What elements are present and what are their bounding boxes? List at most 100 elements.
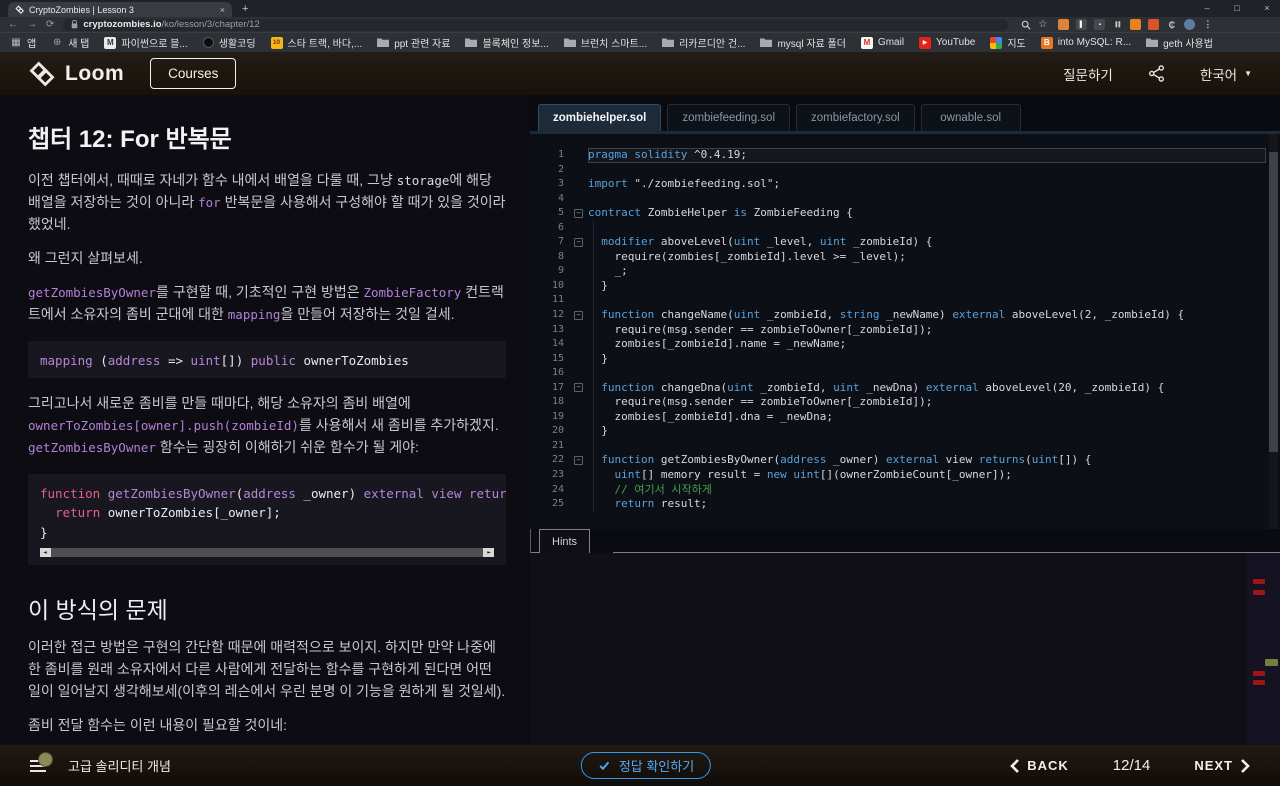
address-bar[interactable]: cryptozombies.io/ko/lesson/3/chapter/12 <box>63 18 1009 31</box>
bookmark-item[interactable]: 10 스타 트랙, 바다,... <box>270 35 363 50</box>
bookmark-item[interactable]: geth 사용법 <box>1146 35 1213 50</box>
code-row: 13 require(msg.sender == zombieToOwner[_… <box>530 323 1280 338</box>
bookmark-label: 스타 트랙, 바다,... <box>287 39 363 50</box>
editor-tabs: zombiehelper.sol zombiefeeding.sol zombief… <box>538 104 1021 131</box>
kebab-extension-icon[interactable]: ⋮ <box>1202 19 1213 30</box>
bookmark-item[interactable]: 리카르디안 건... <box>662 35 745 50</box>
bookmark-item[interactable]: 블록체인 정보... <box>465 35 549 50</box>
text-segment: return <box>55 505 101 521</box>
tab-close-icon[interactable]: × <box>220 5 225 15</box>
fold-marker-icon[interactable]: − <box>574 455 583 465</box>
bookmark-item[interactable]: 브런치 스마트... <box>563 35 648 50</box>
tab-hints[interactable]: Hints <box>539 529 591 553</box>
line-number: 15 <box>551 352 564 364</box>
bookmark-item[interactable]: ▶ YouTube <box>919 36 975 49</box>
fold-marker-icon[interactable]: − <box>574 208 583 218</box>
text-segment: contract <box>588 206 641 220</box>
text-segment: 이전 챕터에서, 때때로 자네가 함수 내에서 배열을 다룰 때, 그냥 <box>28 172 397 188</box>
line-number: 21 <box>551 439 564 451</box>
fold-marker-icon[interactable]: − <box>574 237 583 247</box>
loom-logo[interactable]: Loom <box>28 60 124 88</box>
bookmark-label: 지도 <box>1007 39 1026 50</box>
bookmark-item[interactable]: ⊕ 새 탭 <box>51 35 89 50</box>
text-segment: ZombieHelper <box>640 206 734 220</box>
orange-extension-icon[interactable] <box>1058 19 1070 30</box>
bookmark-item[interactable]: M 파이썬으로 블... <box>104 35 188 50</box>
code-row: 3 import "./zombiefeeding.sol"; <box>530 177 1280 192</box>
text-segment: } <box>588 278 608 292</box>
bookmark-item[interactable]: ppt 관련 자료 <box>377 35 450 50</box>
bookmark-star-icon[interactable]: ☆ <box>1038 19 1047 30</box>
text-segment: uint <box>819 235 847 249</box>
bookmark-item[interactable]: M Gmail <box>860 36 904 49</box>
scroll-right-arrow-icon[interactable]: ► <box>484 548 494 557</box>
bookmark-label: 브런치 스마트... <box>580 39 648 50</box>
code-row: 14 zombies[_zombieId].name = _newName; <box>530 337 1280 352</box>
next-button[interactable]: NEXT <box>1194 758 1250 773</box>
text-segment: address <box>780 453 827 467</box>
line-number: 12 <box>551 309 564 321</box>
editor-scrollbar-thumb[interactable] <box>1269 152 1278 452</box>
fold-marker-icon[interactable]: − <box>574 310 583 320</box>
cedi-extension-icon[interactable]: ₵ <box>1166 19 1177 30</box>
bookmark-item[interactable]: Binto MySQL: R... <box>1040 36 1131 49</box>
fold-marker-icon[interactable]: − <box>574 383 583 393</box>
code-row: 22− function getZombiesByOwner(address _… <box>530 453 1280 468</box>
maximize-button[interactable]: □ <box>1230 3 1244 13</box>
barcode-extension-icon[interactable]: ∥∥ <box>1112 19 1124 30</box>
profile-extension-icon[interactable] <box>1184 19 1196 30</box>
metamask-extension-icon[interactable] <box>1130 19 1142 30</box>
footer-left[interactable]: 고급 솔리디티 개념 <box>30 752 171 775</box>
courses-button[interactable]: Courses <box>150 58 237 89</box>
bookmark-label: 리카르디안 건... <box>679 39 746 50</box>
text-segment: uint <box>190 352 221 368</box>
reload-icon[interactable]: ⟳ <box>46 19 54 30</box>
close-button[interactable]: × <box>1260 3 1274 13</box>
search-icon[interactable] <box>1021 20 1031 30</box>
back-icon[interactable]: ← <box>8 19 18 30</box>
file-tab-ownable.sol[interactable]: ownable.sol <box>920 104 1021 131</box>
horizontal-scrollbar[interactable]: ◄ ► <box>40 548 494 558</box>
file-tab-zombiehelper.sol[interactable]: zombiehelper.sol <box>538 104 662 131</box>
code-editor[interactable]: 1 pragma solidity ^0.4.19; 2 3 import "./zom… <box>530 134 1280 529</box>
text-segment <box>588 497 615 510</box>
code-row: 21 <box>530 439 1280 454</box>
text-segment: require(zombies[_zombieId].level >= _lev… <box>588 249 906 263</box>
text-segment: is <box>733 206 747 220</box>
minimize-button[interactable]: – <box>1200 3 1214 13</box>
text-segment: => <box>160 352 191 368</box>
loom-knot-icon <box>29 60 55 87</box>
ask-question-link[interactable]: 질문하기 <box>1063 64 1113 84</box>
back-button[interactable]: BACK <box>1010 758 1069 773</box>
bookmark-item[interactable]: 생활코딩 <box>202 35 256 50</box>
code-row: 4 <box>530 192 1280 207</box>
bookmark-item[interactable]: 지도 <box>990 35 1026 50</box>
text-segment: [](ownerZombieCount[_owner]); <box>819 468 1012 482</box>
code-line: pragma solidity ^0.4.19; <box>588 148 1266 163</box>
text-segment: aboveLevel(2, _zombieId) { <box>1005 308 1185 322</box>
text-segment: getZombiesByOwner <box>107 486 236 502</box>
bookmark-item[interactable]: mysql 자료 폴더 <box>760 35 846 50</box>
text-segment: uint <box>833 380 860 394</box>
card-extension-icon[interactable]: ▪ <box>1094 19 1106 30</box>
forward-icon[interactable]: → <box>27 19 37 30</box>
bookmark-label: geth 사용법 <box>1163 39 1213 50</box>
chip-gmail-icon: M <box>860 36 873 49</box>
scroll-left-arrow-icon[interactable]: ◄ <box>40 548 50 557</box>
code-row: 9 _; <box>530 264 1280 279</box>
slot-extension-icon[interactable]: ▌ <box>1076 19 1088 30</box>
red-extension-icon[interactable] <box>1148 19 1160 30</box>
new-tab-button[interactable]: + <box>242 3 248 15</box>
check-answer-button[interactable]: 정답 확인하기 <box>580 752 712 779</box>
text-segment: ownerToZombies <box>295 352 409 368</box>
share-icon[interactable] <box>1147 64 1166 83</box>
text-segment: _newDna) <box>859 380 926 394</box>
code-row: 1 pragma solidity ^0.4.19; <box>530 148 1280 163</box>
bookmark-item[interactable]: ▦ 앱 <box>10 35 36 50</box>
file-tab-zombiefeeding.sol[interactable]: zombiefeeding.sol <box>667 104 791 131</box>
language-selector[interactable]: 한국어 ▼ <box>1200 64 1252 84</box>
scrollbar-thumb[interactable] <box>51 548 483 558</box>
line-number: 14 <box>551 338 564 350</box>
file-tab-zombiefactory.sol[interactable]: zombiefactory.sol <box>796 104 915 131</box>
browser-tab[interactable]: CryptoZombies | Lesson 3 × <box>8 2 232 17</box>
